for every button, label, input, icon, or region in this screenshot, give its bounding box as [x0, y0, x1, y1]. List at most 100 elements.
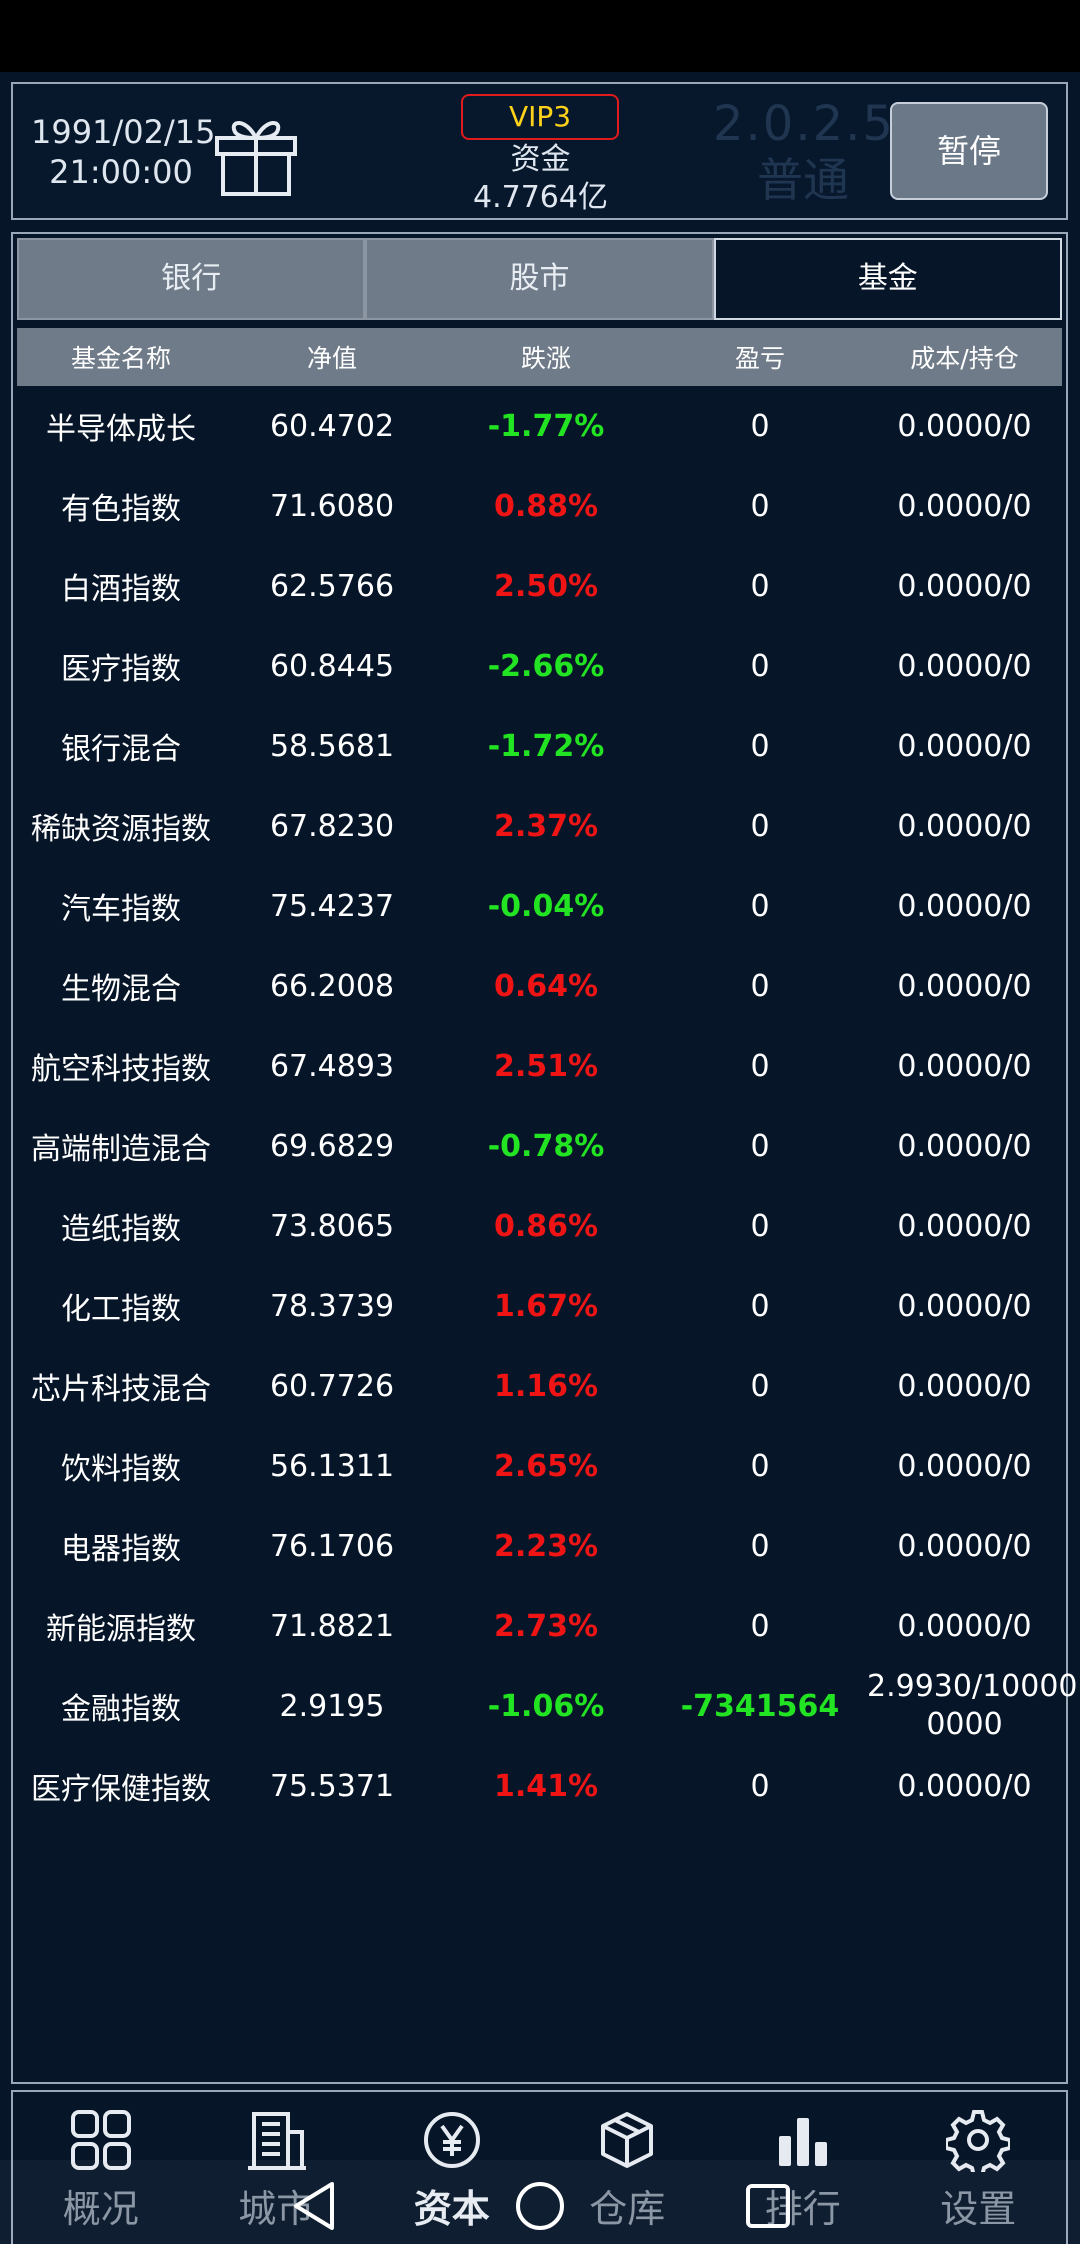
fund-cost-holding: 0.0000/0: [897, 568, 1032, 604]
fund-cost-holding: 0.0000/0: [897, 1448, 1032, 1484]
mode-watermark: 普通: [757, 153, 849, 207]
fund-pnl: 0: [750, 568, 770, 604]
fund-cost-holding: 0.0000/0: [897, 888, 1032, 924]
fund-cost-holding: 0.0000/0: [897, 488, 1032, 524]
fund-cost-holding: 0.0000/0: [897, 408, 1032, 444]
fund-row[interactable]: 金融指数 2.9195 -1.06% -7341564 2.9930/10000 000…: [17, 1666, 1078, 1746]
fund-row[interactable]: 化工指数 78.3739 1.67% 0 0.0000/0: [17, 1266, 1062, 1346]
fund-cost-holding: 0.0000/0: [897, 1768, 1032, 1804]
fund-row[interactable]: 医疗保健指数 75.5371 1.41% 0 0.0000/0: [17, 1746, 1062, 1826]
fund-row[interactable]: 半导体成长 60.4702 -1.77% 0 0.0000/0: [17, 386, 1062, 466]
fund-pnl: -7341564: [680, 1688, 840, 1724]
fund-nav: 71.6080: [269, 488, 395, 524]
fund-nav: 66.2008: [269, 968, 395, 1004]
fund-cost-holding: 2.9930/10000 0000: [867, 1669, 1078, 1742]
fund-row[interactable]: 有色指数 71.6080 0.88% 0 0.0000/0: [17, 466, 1062, 546]
back-icon[interactable]: [286, 2178, 342, 2234]
fund-nav: 60.4702: [269, 408, 395, 444]
fund-name: 有色指数: [61, 492, 181, 527]
fund-name: 电器指数: [61, 1532, 181, 1567]
header-nav: 净值: [306, 344, 357, 373]
tab-bar: 银行 股市 基金: [17, 238, 1062, 320]
fund-nav: 67.4893: [269, 1048, 395, 1084]
fund-row[interactable]: 白酒指数 62.5766 2.50% 0 0.0000/0: [17, 546, 1062, 626]
fund-cost-holding: 0.0000/0: [897, 1528, 1032, 1564]
fund-pnl: 0: [750, 408, 770, 444]
fund-panel: 银行 股市 基金 基金名称 净值 跌涨 盈亏 成本/持仓 半导体成长 60.470…: [11, 232, 1078, 2084]
fund-name: 芯片科技混合: [31, 1372, 211, 1407]
fund-nav: 71.8821: [269, 1608, 395, 1644]
fund-row[interactable]: 汽车指数 75.4237 -0.04% 0 0.0000/0: [17, 866, 1062, 946]
fund-name: 新能源指数: [46, 1612, 196, 1647]
game-time: 21:00:00: [49, 153, 193, 191]
fund-nav: 69.6829: [269, 1128, 395, 1164]
fund-list: 半导体成长 60.4702 -1.77% 0 0.0000/0 有色指数 71.6080 0.…: [17, 386, 1078, 1826]
recents-icon[interactable]: [740, 2178, 796, 2234]
fund-cost-holding: 0.0000/0: [897, 968, 1032, 1004]
fund-row[interactable]: 稀缺资源指数 67.8230 2.37% 0 0.0000/0: [17, 786, 1062, 866]
tab-stock[interactable]: 股市: [365, 238, 714, 320]
fund-name: 造纸指数: [61, 1212, 181, 1247]
game-datetime: 1991/02/15 21:00:00: [31, 112, 215, 192]
fund-name: 汽车指数: [61, 892, 181, 927]
fund-nav: 2.9195: [279, 1688, 385, 1724]
fund-change: 1.41%: [493, 1768, 599, 1804]
table-header: 基金名称 净值 跌涨 盈亏 成本/持仓: [17, 328, 1062, 386]
fund-change: -0.04%: [487, 888, 605, 924]
fund-nav: 75.4237: [269, 888, 395, 924]
fund-cost-holding: 0.0000/0: [897, 1608, 1032, 1644]
fund-nav: 60.7726: [269, 1368, 395, 1404]
fund-change: -1.77%: [487, 408, 605, 444]
fund-name: 医疗指数: [61, 652, 181, 687]
fund-row[interactable]: 造纸指数 73.8065 0.86% 0 0.0000/0: [17, 1186, 1062, 1266]
fund-pnl: 0: [750, 648, 770, 684]
status-bar: [0, 0, 1080, 72]
fund-row[interactable]: 芯片科技混合 60.7726 1.16% 0 0.0000/0: [17, 1346, 1062, 1426]
fund-nav: 67.8230: [269, 808, 395, 844]
fund-pnl: 0: [750, 488, 770, 524]
fund-nav: 62.5766: [269, 568, 395, 604]
fund-nav: 73.8065: [269, 1208, 395, 1244]
fund-change: 2.51%: [493, 1048, 599, 1084]
fund-pnl: 0: [750, 1208, 770, 1244]
fund-change: 2.73%: [493, 1608, 599, 1644]
fund-row[interactable]: 医疗指数 60.8445 -2.66% 0 0.0000/0: [17, 626, 1062, 706]
fund-name: 生物混合: [61, 972, 181, 1007]
fund-name: 金融指数: [61, 1692, 181, 1727]
fund-cost-holding: 0.0000/0: [897, 1368, 1032, 1404]
home-icon[interactable]: [512, 2178, 568, 2234]
fund-pnl: 0: [750, 1048, 770, 1084]
fund-pnl: 0: [750, 1368, 770, 1404]
fund-cost-holding: 0.0000/0: [897, 1288, 1032, 1324]
fund-row[interactable]: 银行混合 58.5681 -1.72% 0 0.0000/0: [17, 706, 1062, 786]
fund-row[interactable]: 航空科技指数 67.4893 2.51% 0 0.0000/0: [17, 1026, 1062, 1106]
fund-change: -0.78%: [487, 1128, 605, 1164]
fund-pnl: 0: [750, 808, 770, 844]
tab-fund[interactable]: 基金: [713, 238, 1062, 320]
fund-change: 2.50%: [493, 568, 599, 604]
fund-name: 半导体成长: [46, 412, 196, 447]
fund-name: 航空科技指数: [31, 1052, 211, 1087]
fund-row[interactable]: 生物混合 66.2008 0.64% 0 0.0000/0: [17, 946, 1062, 1026]
header-change: 跌涨: [520, 344, 571, 373]
fund-row[interactable]: 电器指数 76.1706 2.23% 0 0.0000/0: [17, 1506, 1062, 1586]
fund-pnl: 0: [750, 1608, 770, 1644]
vip-badge: VIP3: [461, 94, 619, 140]
fund-value: 4.7764亿: [473, 180, 608, 215]
header-cost-holding: 成本/持仓: [910, 344, 1019, 373]
fund-change: 1.16%: [493, 1368, 599, 1404]
fund-cost-holding: 0.0000/0: [897, 1128, 1032, 1164]
fund-pnl: 0: [750, 888, 770, 924]
fund-row[interactable]: 饮料指数 56.1311 2.65% 0 0.0000/0: [17, 1426, 1062, 1506]
tab-bank[interactable]: 银行: [17, 238, 366, 320]
gift-icon[interactable]: [211, 108, 301, 198]
fund-nav: 76.1706: [269, 1528, 395, 1564]
pause-button[interactable]: 暂停: [890, 102, 1048, 200]
fund-row[interactable]: 新能源指数 71.8821 2.73% 0 0.0000/0: [17, 1586, 1062, 1666]
fund-cost-holding: 0.0000/0: [897, 1208, 1032, 1244]
fund-row[interactable]: 高端制造混合 69.6829 -0.78% 0 0.0000/0: [17, 1106, 1062, 1186]
version-watermark: 2.0.2.5: [713, 96, 895, 152]
fund-name: 白酒指数: [61, 572, 181, 607]
fund-name: 稀缺资源指数: [31, 812, 211, 847]
fund-change: 1.67%: [493, 1288, 599, 1324]
